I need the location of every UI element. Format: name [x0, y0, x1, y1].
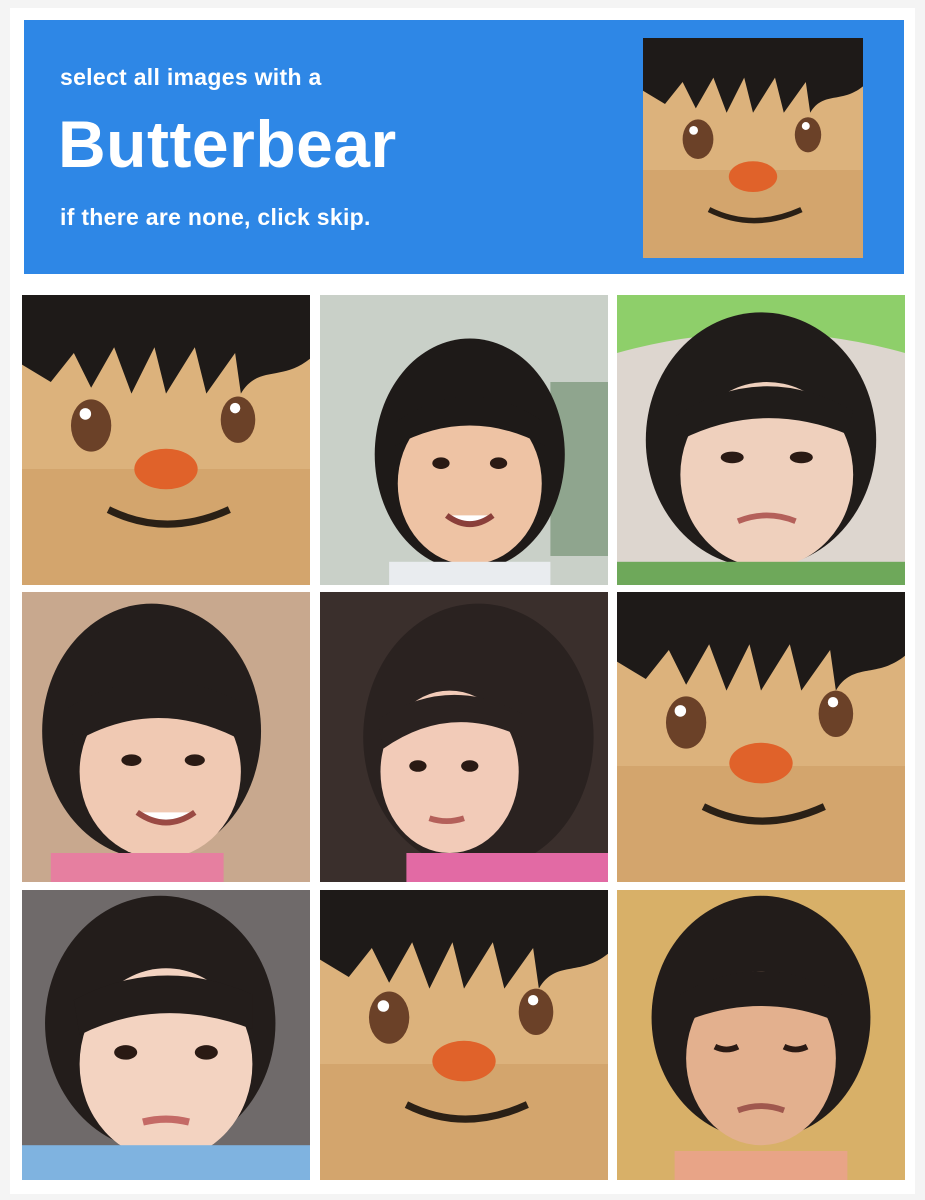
child-photo-image — [22, 890, 310, 1180]
child-photo-image — [617, 890, 905, 1180]
grid-tile-5[interactable] — [320, 592, 608, 882]
prompt-bottom-text: if there are none, click skip. — [60, 204, 371, 230]
prompt-keyword: Butterbear — [58, 107, 397, 181]
grid-tile-9[interactable] — [617, 890, 905, 1180]
butterbear-plush-image — [22, 295, 310, 585]
sample-image — [643, 38, 863, 258]
grid-tile-3[interactable] — [617, 295, 905, 585]
prompt-top-text: select all images with a — [60, 64, 322, 90]
grid-tile-6[interactable] — [617, 592, 905, 882]
butterbear-plush-image — [643, 38, 863, 258]
grid-tile-2[interactable] — [320, 295, 608, 585]
butterbear-plush-image — [617, 592, 905, 882]
child-photo-image — [22, 592, 310, 882]
grid-tile-1[interactable] — [22, 295, 310, 585]
grid-tile-7[interactable] — [22, 890, 310, 1180]
child-photo-image — [320, 592, 608, 882]
butterbear-plush-image — [320, 890, 608, 1180]
child-photo-image — [320, 295, 608, 585]
challenge-header: select all images with a Butterbear if t… — [24, 20, 904, 274]
grid-tile-4[interactable] — [22, 592, 310, 882]
child-photo-image — [617, 295, 905, 585]
grid-tile-8[interactable] — [320, 890, 608, 1180]
